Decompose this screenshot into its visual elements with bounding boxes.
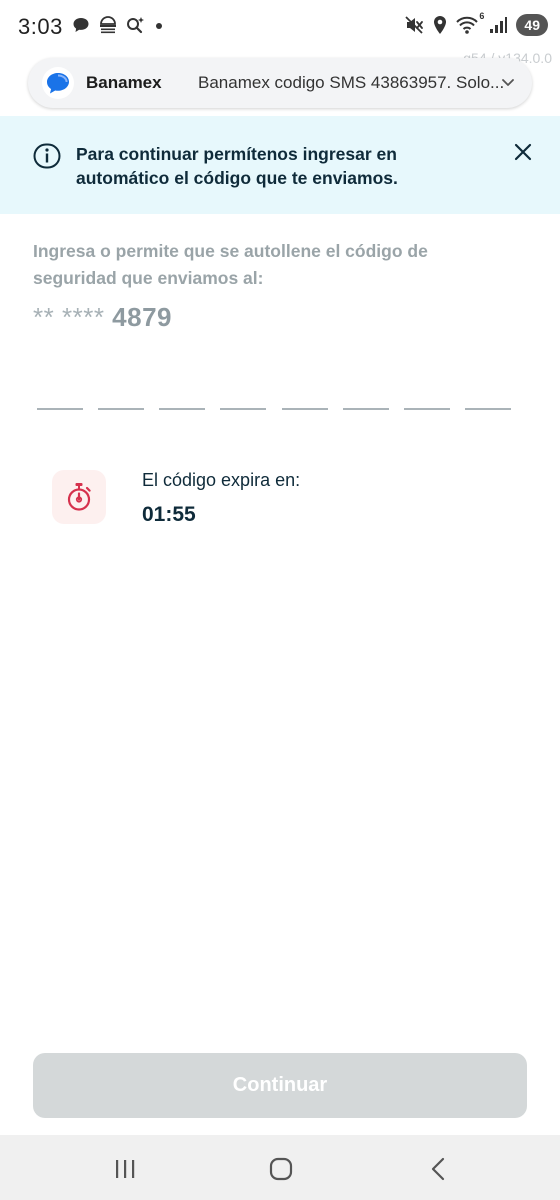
chevron-down-icon[interactable] [498, 72, 518, 97]
info-icon [33, 143, 61, 174]
notification-app-name: Banamex [86, 73, 162, 92]
location-icon [434, 16, 447, 34]
status-bar: 3:03 6 49 g54 / v134.0.0 [0, 0, 560, 66]
code-input-group [37, 378, 511, 410]
phone-mask-suffix: 4879 [112, 302, 173, 332]
signal-icon [490, 17, 508, 33]
code-digit-1[interactable] [37, 378, 83, 410]
battery-indicator: 49 [516, 14, 548, 36]
continue-button[interactable]: Continuar [33, 1053, 527, 1118]
code-digit-8[interactable] [464, 378, 511, 410]
notification-message: Banamex codigo SMS 43863957. Solo... [198, 73, 505, 92]
recent-apps-icon[interactable] [112, 1157, 138, 1181]
back-icon[interactable] [428, 1157, 448, 1181]
status-time: 3:03 [18, 14, 63, 39]
code-digit-7[interactable] [403, 378, 450, 410]
timer-label: El código expira en: [142, 470, 301, 490]
dot-icon [156, 23, 162, 29]
wifi-6-icon: 6 [456, 11, 484, 35]
phone-mask-prefix: ** **** [33, 302, 105, 332]
chat-bubble-icon [73, 18, 89, 32]
code-digit-4[interactable] [220, 378, 267, 410]
mute-icon [405, 16, 424, 34]
code-digit-3[interactable] [159, 378, 206, 410]
code-digit-2[interactable] [98, 378, 145, 410]
status-right-icons: 6 49 [404, 11, 548, 36]
search-sparkle-icon [127, 17, 144, 34]
code-instruction: Ingresa o permite que se autollene el có… [33, 241, 428, 288]
masked-phone-number: ** **** 4879 [33, 302, 172, 333]
messages-icon [42, 67, 74, 99]
wifi-generation-label: 6 [479, 11, 485, 21]
system-navigation-bar [0, 1135, 560, 1200]
stopwatch-icon [67, 483, 91, 511]
timer-countdown: 01:55 [142, 503, 196, 526]
timer-badge [52, 470, 106, 524]
code-digit-5[interactable] [281, 378, 328, 410]
home-icon[interactable] [268, 1157, 294, 1181]
sms-notification[interactable]: Banamex Banamex codigo SMS 43863957. Sol… [28, 58, 532, 108]
close-icon[interactable] [512, 141, 534, 168]
status-left-icons [72, 16, 164, 34]
autofill-info-text: Para continuar permítenos ingresar en au… [76, 144, 398, 188]
hatch-icon [100, 16, 116, 34]
code-digit-6[interactable] [342, 378, 389, 410]
